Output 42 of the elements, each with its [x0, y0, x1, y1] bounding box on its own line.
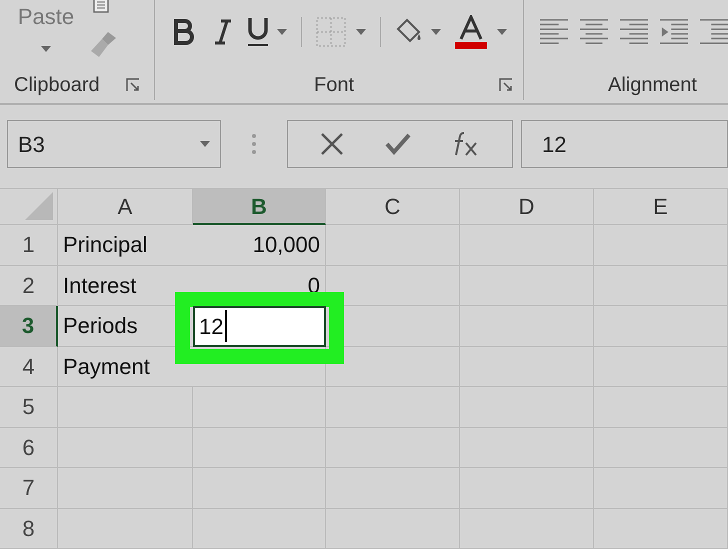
table-cell: Interest — [58, 266, 193, 306]
caret-icon — [41, 46, 51, 52]
row-header[interactable]: 7 — [0, 468, 58, 508]
indent-increase-icon[interactable] — [700, 17, 728, 47]
caret-icon — [277, 29, 287, 35]
group-label: Clipboard — [14, 73, 100, 98]
row-header[interactable]: 8 — [0, 508, 58, 549]
underline-icon[interactable] — [247, 17, 269, 47]
align-right-icon[interactable] — [620, 17, 648, 47]
column-header[interactable]: D — [460, 189, 594, 225]
caret-icon — [356, 29, 366, 35]
column-header[interactable]: E — [594, 189, 728, 225]
formula-input[interactable]: 12 — [521, 120, 728, 168]
row-header[interactable]: 3 — [0, 306, 58, 346]
caret-icon — [200, 141, 210, 147]
row-header[interactable]: 6 — [0, 428, 58, 468]
caret-icon — [431, 29, 441, 35]
group-label: Alignment — [608, 73, 697, 98]
align-center-icon[interactable] — [580, 17, 608, 47]
name-box[interactable]: B3 — [7, 120, 221, 168]
column-header[interactable]: B — [193, 189, 326, 225]
cell-editor[interactable]: 12 — [193, 306, 326, 346]
table-cell: Payment — [58, 346, 193, 387]
table-cell: 10,000 — [193, 225, 326, 266]
checkmark-icon[interactable] — [384, 133, 411, 155]
launcher-icon[interactable] — [126, 78, 140, 92]
align-left-icon[interactable] — [540, 17, 568, 47]
row-header[interactable]: 5 — [0, 387, 58, 428]
row-header[interactable]: 1 — [0, 225, 58, 266]
table-cell: Principal — [58, 225, 193, 266]
group-label: Font — [312, 73, 356, 98]
launcher-icon[interactable] — [499, 78, 513, 92]
bold-icon — [173, 19, 195, 45]
font-color-icon[interactable] — [455, 15, 487, 49]
triangle-icon — [25, 192, 53, 220]
grip-icon — [251, 133, 257, 155]
caret-icon — [497, 29, 507, 35]
column-header[interactable]: C — [326, 189, 460, 225]
italic-icon[interactable] — [213, 19, 233, 45]
row-header[interactable]: 4 — [0, 346, 58, 387]
indent-decrease-icon[interactable] — [660, 17, 688, 47]
close-icon[interactable] — [320, 132, 344, 156]
